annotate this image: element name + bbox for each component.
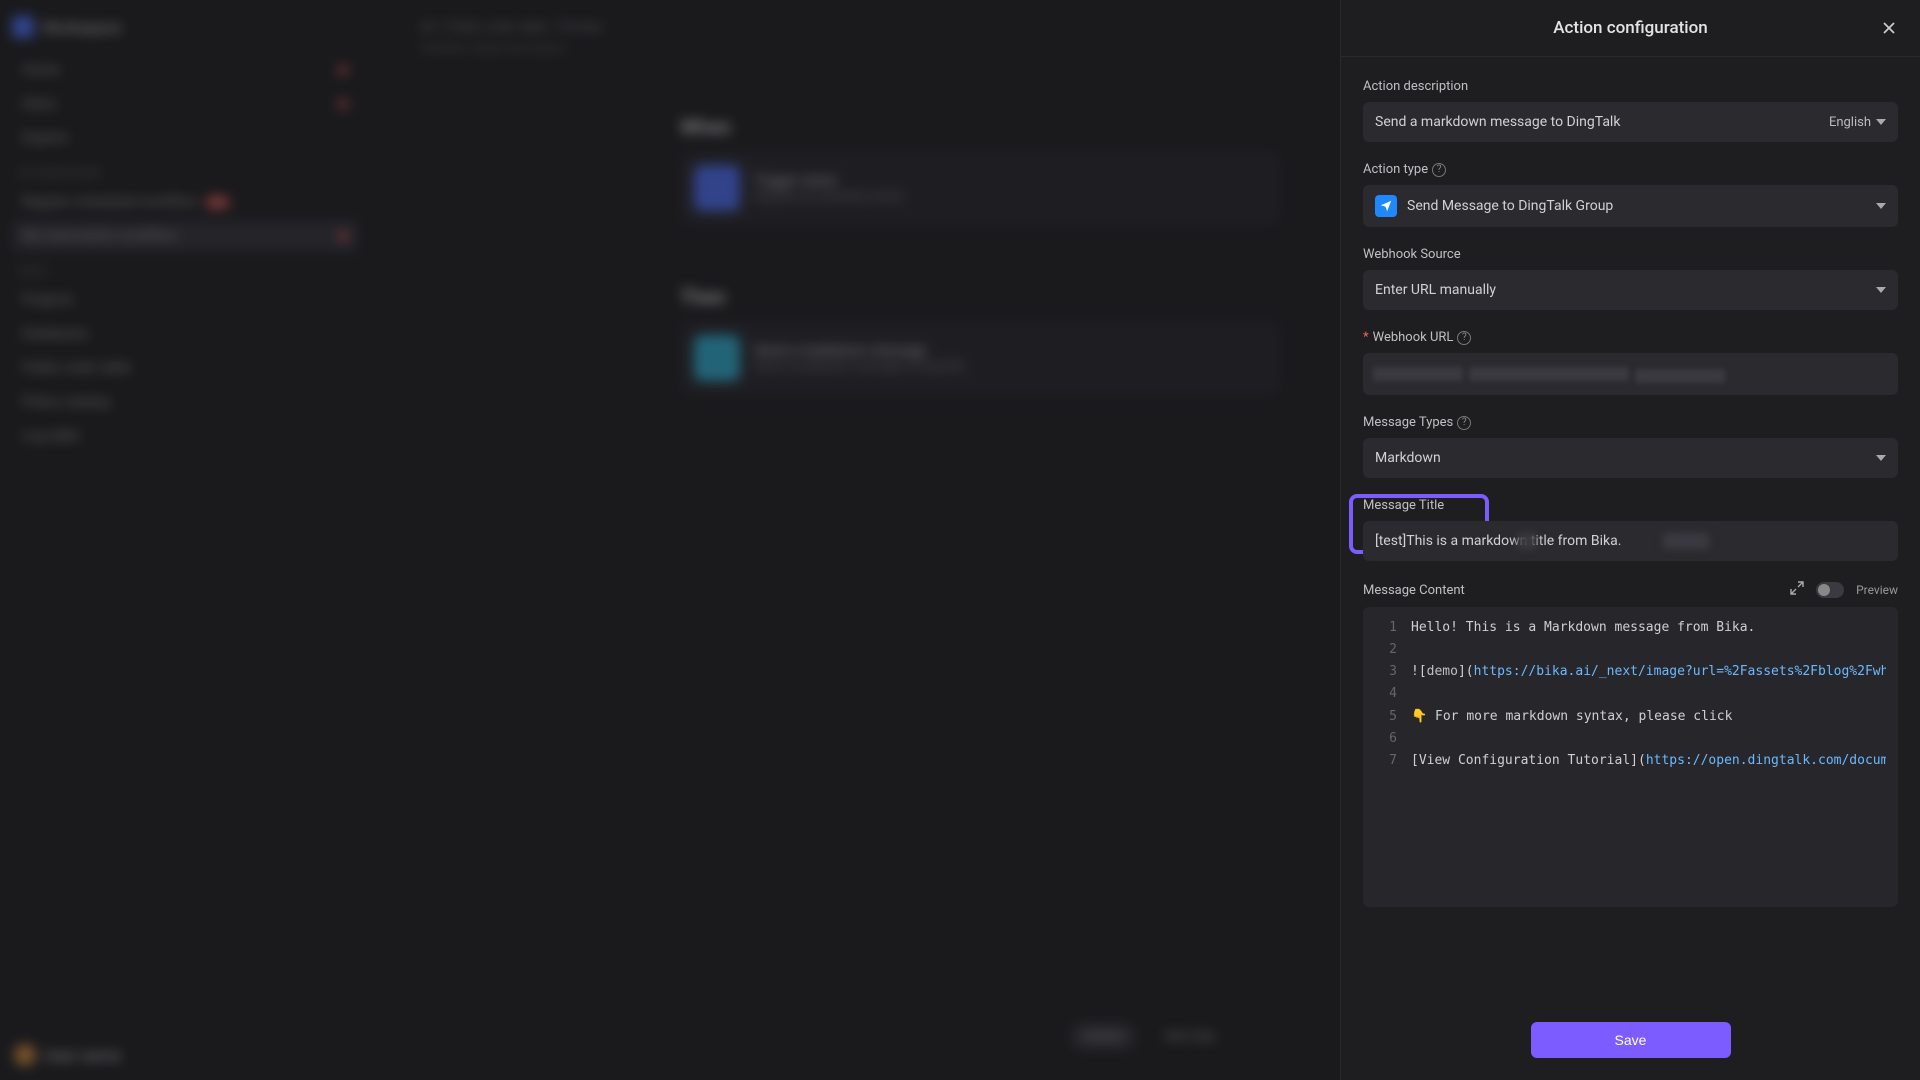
url-token-redacted: [1373, 367, 1463, 381]
chevron-down-icon: [1876, 203, 1886, 209]
dingtalk-icon: [694, 335, 740, 381]
language-label: English: [1829, 115, 1871, 130]
webhook-url-label: * Webhook URL ?: [1363, 330, 1898, 345]
webhook-source-value: Enter URL manually: [1375, 282, 1496, 298]
sidebar-table-item[interactable]: Projects: [12, 284, 358, 316]
expand-icon: [1790, 581, 1804, 595]
code-line: 2: [1363, 639, 1898, 661]
line-number: 7: [1375, 751, 1397, 771]
trigger-icon: [694, 165, 740, 211]
close-icon: [1881, 20, 1897, 36]
preview-label: Preview: [1856, 583, 1898, 597]
trigger-card[interactable]: Trigger name Repeats on schedule events: [680, 151, 1280, 225]
action-chip[interactable]: Action: [1071, 1023, 1136, 1050]
sidebar-section-data: Data: [12, 254, 358, 284]
message-types-select[interactable]: Markdown: [1363, 438, 1898, 478]
add-step-chip[interactable]: Add step: [1150, 1023, 1230, 1050]
panel-title: Action configuration: [1553, 18, 1707, 38]
line-number: 3: [1375, 662, 1397, 682]
webhook-source-select[interactable]: Enter URL manually: [1363, 270, 1898, 310]
line-content: Hello! This is a Markdown message from B…: [1411, 618, 1755, 638]
message-types-label: Message Types ?: [1363, 415, 1898, 430]
line-number: 2: [1375, 640, 1397, 660]
message-content-label: Message Content: [1363, 583, 1465, 598]
action-description-value: Send a markdown message to DingTalk: [1375, 114, 1620, 130]
chevron-down-icon: [1876, 287, 1886, 293]
required-indicator: *: [1363, 330, 1369, 345]
line-content: 👇 For more markdown syntax, please click: [1411, 707, 1732, 727]
sidebar-nav-inbox[interactable]: Inbox: [12, 88, 358, 120]
action-type-value: Send Message to DingTalk Group: [1407, 198, 1613, 214]
sidebar-automation-item[interactable]: Regular scheduled workflow +1: [12, 186, 358, 218]
save-button[interactable]: Save: [1531, 1022, 1731, 1058]
help-icon[interactable]: ?: [1457, 331, 1471, 345]
message-title-input[interactable]: [test]This is a markdown title from Bika…: [1363, 521, 1898, 561]
sidebar-table-item[interactable]: Log table: [12, 420, 358, 452]
line-number: 5: [1375, 707, 1397, 727]
sidebar-automation-item-active[interactable]: My Automation workflow: [12, 220, 358, 252]
message-title-value: [test]This is a markdown title from Bika…: [1375, 533, 1621, 549]
badge-icon: [338, 65, 348, 75]
code-line: 3 ![demo](https://bika.ai/_next/image?url…: [1363, 661, 1898, 683]
line-content: ![demo](https://bika.ai/_next/image?url=…: [1411, 662, 1886, 682]
expand-button[interactable]: [1790, 581, 1804, 599]
dingtalk-icon: [1375, 195, 1397, 217]
sidebar-section-automations: Automations: [12, 156, 358, 186]
action-type-select[interactable]: Send Message to DingTalk Group: [1363, 185, 1898, 227]
sidebar-footer[interactable]: User name: [14, 1044, 356, 1066]
code-line: 1 Hello! This is a Markdown message from …: [1363, 617, 1898, 639]
action-config-panel: Action configuration Action description …: [1340, 0, 1920, 1080]
sidebar-table-item[interactable]: Databases: [12, 318, 358, 350]
sidebar-nav-explore[interactable]: Explore: [12, 122, 358, 154]
message-title-label: Message Title: [1363, 498, 1898, 513]
message-types-value: Markdown: [1375, 450, 1441, 466]
help-icon[interactable]: ?: [1432, 163, 1446, 177]
webhook-source-label: Webhook Source: [1363, 247, 1898, 262]
redacted-block: [1517, 533, 1537, 549]
webhook-url-input[interactable]: [1363, 353, 1898, 395]
panel-header: Action configuration: [1341, 0, 1920, 57]
panel-footer: Save: [1341, 1004, 1920, 1080]
message-content-editor[interactable]: 1 Hello! This is a Markdown message from …: [1363, 607, 1898, 907]
workspace-name: Workspace: [42, 18, 121, 37]
code-line: 5 👇 For more markdown syntax, please clic…: [1363, 706, 1898, 728]
redacted-block: [1663, 533, 1709, 549]
code-line: 6: [1363, 728, 1898, 750]
sidebar: Workspace Home Inbox Explore Automations…: [0, 0, 370, 1080]
action-description-input[interactable]: Send a markdown message to DingTalk Engl…: [1363, 102, 1898, 142]
close-button[interactable]: [1876, 15, 1902, 41]
sidebar-nav-home[interactable]: Home: [12, 54, 358, 86]
count-pill: +1: [205, 196, 229, 209]
sidebar-table-item[interactable]: Public order table: [12, 352, 358, 384]
chevron-down-icon: [1876, 119, 1886, 125]
code-line: 4: [1363, 683, 1898, 705]
url-token-redacted: [1469, 367, 1629, 381]
badge-icon: [338, 231, 348, 241]
preview-toggle[interactable]: [1816, 582, 1844, 598]
code-line: 7 [View Configuration Tutorial](https://o…: [1363, 750, 1898, 772]
line-content: [View Configuration Tutorial](https://op…: [1411, 751, 1886, 771]
line-number: 4: [1375, 684, 1397, 704]
action-card[interactable]: Send a markdown message Send a markdown …: [680, 321, 1280, 395]
workspace-avatar: [12, 16, 34, 38]
chevron-down-icon: [1876, 455, 1886, 461]
language-select[interactable]: English: [1829, 115, 1886, 130]
url-token-redacted: [1635, 369, 1725, 383]
help-icon[interactable]: ?: [1457, 416, 1471, 430]
sidebar-table-item[interactable]: Policy catalog: [12, 386, 358, 418]
action-description-label: Action description: [1363, 79, 1898, 94]
line-number: 6: [1375, 729, 1397, 749]
toggle-knob: [1818, 584, 1830, 596]
user-avatar: [14, 1044, 36, 1066]
action-type-label: Action type ?: [1363, 162, 1898, 177]
line-number: 1: [1375, 618, 1397, 638]
badge-icon: [338, 99, 348, 109]
